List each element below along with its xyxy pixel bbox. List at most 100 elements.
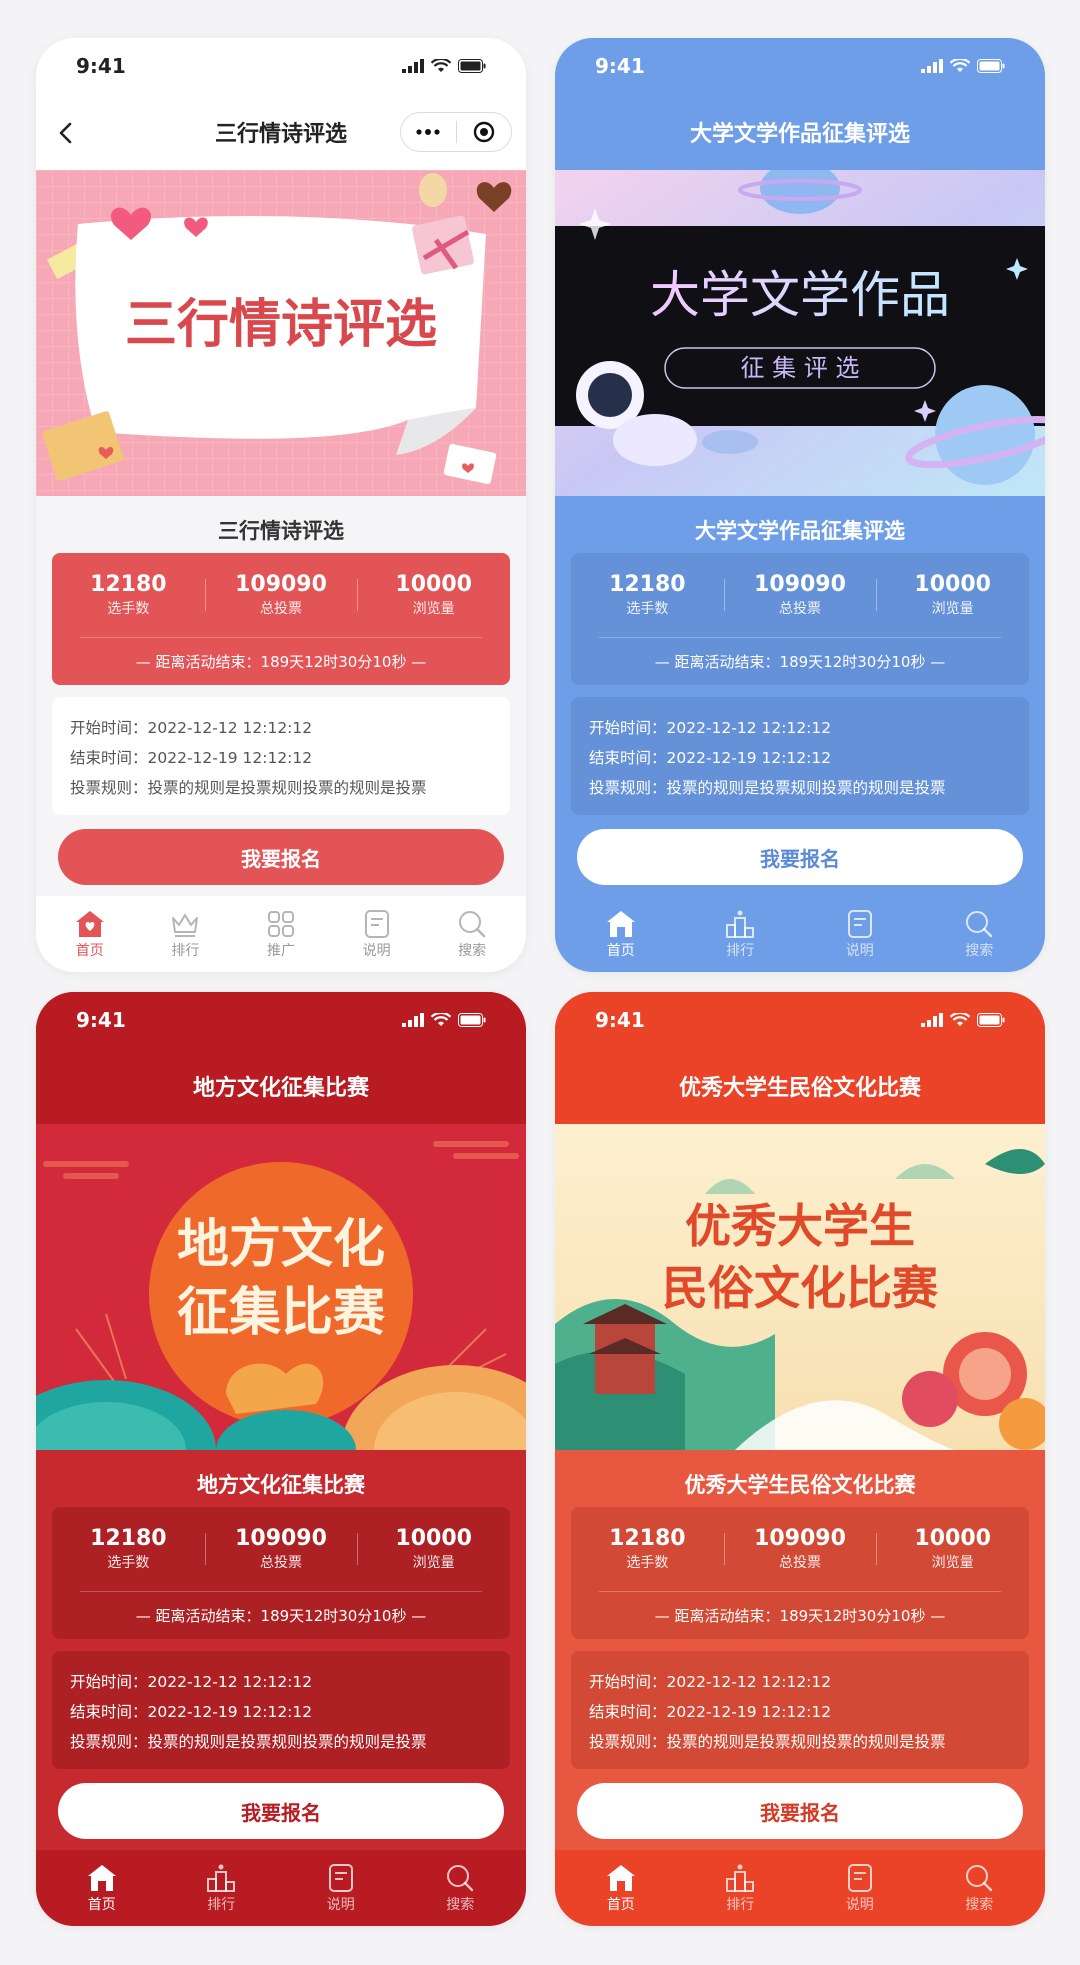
tab-label: 排行 bbox=[207, 1897, 236, 1913]
wifi-icon bbox=[431, 59, 451, 72]
wifi-icon bbox=[950, 1013, 970, 1026]
tab-home[interactable]: 首页 bbox=[561, 1850, 681, 1926]
tab-instructions[interactable]: 说明 bbox=[800, 1850, 920, 1926]
tab-instructions[interactable]: 说明 bbox=[281, 1850, 401, 1926]
signal-icon bbox=[921, 1013, 943, 1027]
stat-value: 109090 bbox=[754, 572, 846, 597]
tab-ranking[interactable]: 排行 bbox=[681, 896, 801, 972]
activity-banner: 优秀大学生 民俗文化比赛 bbox=[555, 1124, 1045, 1450]
stat-participants: 12180 选手数 bbox=[571, 571, 724, 623]
voting-rules: 投票规则：投票的规则是投票规则投票的规则是投票 bbox=[70, 779, 427, 797]
tab-label: 搜索 bbox=[965, 943, 994, 959]
stat-label: 浏览量 bbox=[412, 1555, 455, 1571]
battery-icon bbox=[458, 1013, 486, 1027]
close-mini-program-button[interactable] bbox=[457, 113, 512, 151]
stat-participants: 12180 选手数 bbox=[571, 1525, 724, 1577]
home-icon bbox=[605, 1862, 637, 1894]
status-icons bbox=[921, 59, 1005, 73]
ranking-icon bbox=[724, 1862, 756, 1894]
tab-home[interactable]: 首页 bbox=[42, 1850, 162, 1926]
tab-home[interactable]: 首页 bbox=[561, 896, 681, 972]
more-button[interactable] bbox=[401, 113, 456, 151]
status-time: 9:41 bbox=[76, 1008, 126, 1032]
stat-label: 浏览量 bbox=[412, 601, 455, 617]
status-bar: 9:41 bbox=[555, 992, 1045, 1048]
info-card: 开始时间：2022-12-12 12:12:12 结束时间：2022-12-19… bbox=[52, 1651, 510, 1769]
signup-button[interactable]: 我要报名 bbox=[58, 829, 504, 885]
end-time: 结束时间：2022-12-19 12:12:12 bbox=[70, 749, 313, 767]
tab-label: 说明 bbox=[845, 1897, 874, 1913]
battery-icon bbox=[977, 1013, 1005, 1027]
crown-icon bbox=[169, 908, 201, 940]
tab-bar: 首页 排行 说明 搜索 bbox=[555, 896, 1045, 972]
stats-row: 12180 选手数 109090 总投票 10000 浏览量 bbox=[571, 1525, 1029, 1577]
banner-title-line-1: 地方文化 bbox=[177, 1215, 385, 1275]
stat-views: 10000 浏览量 bbox=[357, 571, 510, 623]
tab-ranking[interactable]: 排行 bbox=[138, 896, 234, 972]
stat-label: 选手数 bbox=[626, 1555, 669, 1571]
info-card: 开始时间：2022-12-12 12:12:12 结束时间：2022-12-19… bbox=[571, 1651, 1029, 1769]
end-time: 结束时间：2022-12-19 12:12:12 bbox=[70, 1703, 313, 1721]
stat-total-votes: 109090 总投票 bbox=[723, 1525, 877, 1577]
banner-title: 大学文学作品 bbox=[650, 266, 950, 324]
signal-icon bbox=[921, 59, 943, 73]
tab-label: 排行 bbox=[171, 943, 200, 959]
stats-divider bbox=[80, 1591, 482, 1592]
page-title: 大学文学作品征集评选 bbox=[689, 122, 910, 147]
info-card: 开始时间：2022-12-12 12:12:12 结束时间：2022-12-19… bbox=[52, 697, 510, 815]
tab-search[interactable]: 搜索 bbox=[401, 1850, 521, 1926]
tab-instructions[interactable]: 说明 bbox=[329, 896, 425, 972]
stat-value: 10000 bbox=[914, 572, 991, 597]
home-icon bbox=[74, 908, 106, 940]
tab-label: 搜索 bbox=[458, 943, 487, 959]
tab-home[interactable]: 首页 bbox=[42, 896, 138, 972]
chevron-left-icon bbox=[59, 122, 72, 144]
voting-rules: 投票规则：投票的规则是投票规则投票的规则是投票 bbox=[589, 1733, 946, 1751]
signup-button[interactable]: 我要报名 bbox=[58, 1783, 504, 1839]
stats-divider bbox=[599, 637, 1001, 638]
signup-button[interactable]: 我要报名 bbox=[577, 829, 1023, 885]
nav-bar: 大学文学作品征集评选 bbox=[555, 94, 1045, 170]
tab-ranking[interactable]: 排行 bbox=[681, 1850, 801, 1926]
tab-label: 搜索 bbox=[446, 1897, 475, 1913]
tab-search[interactable]: 搜索 bbox=[920, 896, 1040, 972]
tab-label: 首页 bbox=[75, 943, 104, 959]
tab-bar: 首页 排行 说明 搜索 bbox=[555, 1850, 1045, 1926]
tab-promote[interactable]: 推广 bbox=[233, 896, 329, 972]
stat-label: 浏览量 bbox=[931, 1555, 974, 1571]
stat-label: 总投票 bbox=[779, 601, 821, 617]
stat-participants: 12180 选手数 bbox=[52, 1525, 205, 1577]
tab-bar: 首页 排行 说明 搜索 bbox=[36, 1850, 526, 1926]
battery-icon bbox=[977, 59, 1005, 73]
tab-label: 首页 bbox=[606, 1897, 635, 1913]
stat-views: 10000 浏览量 bbox=[876, 1525, 1029, 1577]
tab-label: 首页 bbox=[87, 1897, 116, 1913]
stat-value: 109090 bbox=[235, 572, 327, 597]
page-title: 优秀大学生民俗文化比赛 bbox=[678, 1076, 921, 1101]
more-dots-icon bbox=[416, 129, 440, 135]
tab-search[interactable]: 搜索 bbox=[920, 1850, 1040, 1926]
nav-bar: 地方文化征集比赛 bbox=[36, 1048, 526, 1124]
tab-ranking[interactable]: 排行 bbox=[162, 1850, 282, 1926]
tab-instructions[interactable]: 说明 bbox=[800, 896, 920, 972]
banner-title-line-2: 民俗文化比赛 bbox=[662, 1261, 939, 1315]
grid-icon bbox=[265, 908, 297, 940]
stat-value: 12180 bbox=[90, 572, 167, 597]
banner-title: 三行情诗评选 bbox=[125, 296, 437, 354]
stats-card: 12180 选手数 109090 总投票 10000 浏览量 — 距离活动结束：… bbox=[571, 553, 1029, 685]
tab-label: 推广 bbox=[266, 943, 295, 959]
search-icon bbox=[456, 908, 488, 940]
stat-value: 109090 bbox=[235, 1526, 327, 1551]
stat-value: 10000 bbox=[395, 1526, 472, 1551]
tab-search[interactable]: 搜索 bbox=[424, 896, 520, 972]
activity-banner: 地方文化 征集比赛 bbox=[36, 1124, 526, 1450]
stat-value: 109090 bbox=[754, 1526, 846, 1551]
stat-total-votes: 109090 总投票 bbox=[204, 1525, 358, 1577]
banner-title-line-2: 征集比赛 bbox=[177, 1283, 386, 1343]
tab-bar: 首页 排行 推广 说明 搜索 bbox=[36, 896, 526, 972]
target-circle-icon bbox=[473, 121, 494, 143]
signup-button[interactable]: 我要报名 bbox=[577, 1783, 1023, 1839]
phone-screen-folk-culture: 9:41 优秀大学生民俗文化比赛 优秀大学生 民俗文化比赛 优秀大学生民俗文化比… bbox=[555, 992, 1045, 1926]
back-button[interactable] bbox=[50, 116, 80, 150]
stat-views: 10000 浏览量 bbox=[876, 571, 1029, 623]
